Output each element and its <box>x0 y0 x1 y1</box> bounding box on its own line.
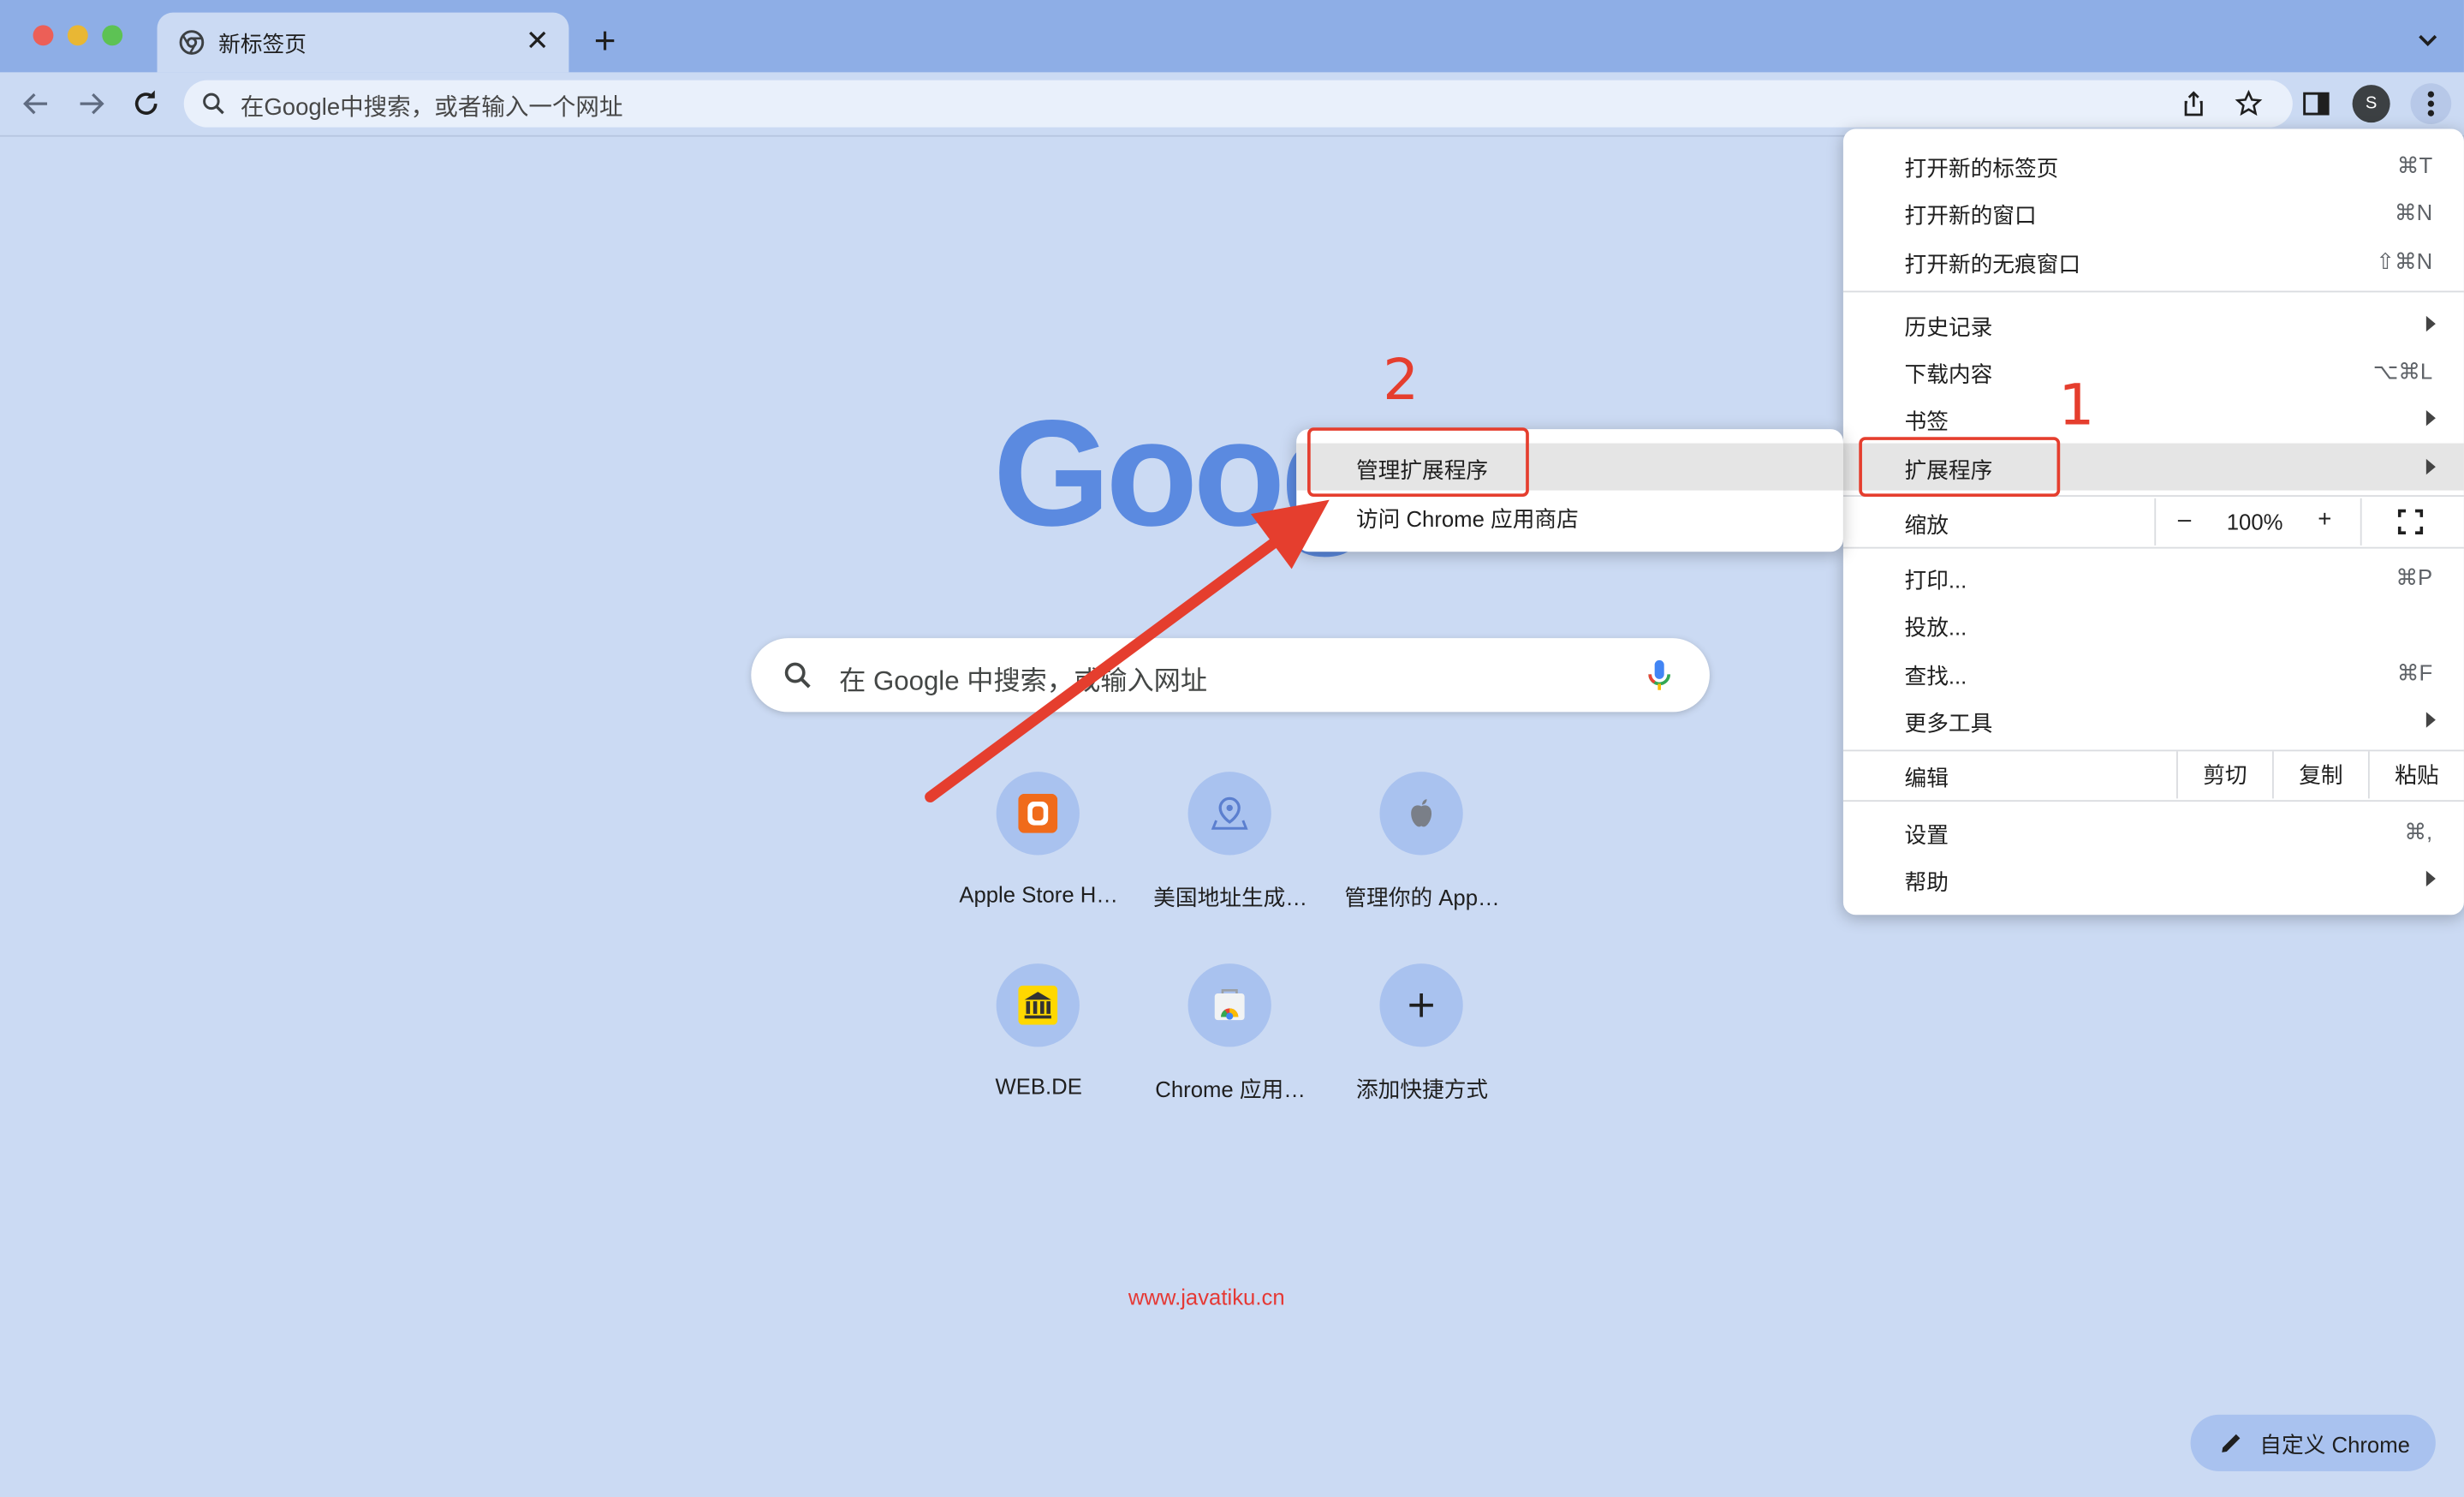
annotation-arrow-icon <box>925 499 1330 802</box>
